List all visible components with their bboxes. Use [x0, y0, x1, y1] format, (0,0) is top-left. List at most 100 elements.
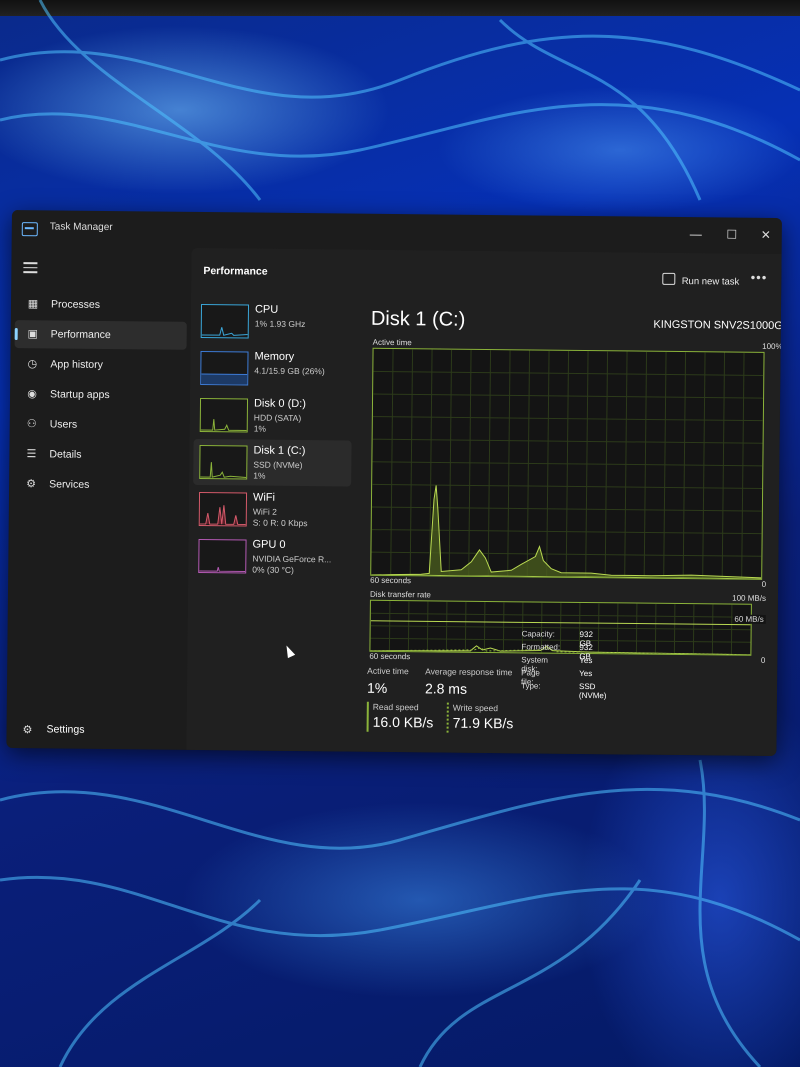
- active-time-graph: [370, 347, 765, 580]
- nav-item-users[interactable]: ⚇ Users: [14, 410, 186, 440]
- device-stat: 4.1/15.9 GB (26%): [254, 365, 325, 377]
- active-time-stat-label: Active time: [367, 665, 409, 677]
- property-value: Yes: [579, 655, 593, 666]
- cpu-thumbnail-graph: [200, 303, 250, 339]
- transfer-rate-x-label: 60 seconds: [369, 651, 411, 662]
- gpu-thumbnail-graph: [198, 538, 247, 574]
- disk1-thumbnail-graph: [199, 444, 248, 480]
- property-key: Formatted:: [521, 642, 561, 652]
- transfer-rate-graph-label: Disk transfer rate: [369, 589, 431, 600]
- details-icon: ☰: [26, 448, 37, 461]
- write-speed-indicator: [446, 702, 449, 733]
- nav-label: Services: [49, 478, 90, 491]
- avg-response-label: Average response time: [425, 666, 513, 678]
- active-time-max-label: 100%: [762, 341, 782, 352]
- device-list: CPU 1% 1.93 GHz Memory 4.1/15.9 GB (26%)…: [192, 298, 353, 582]
- nav-label: Users: [49, 418, 78, 431]
- nav-item-app-history[interactable]: ◷ App history: [14, 350, 186, 380]
- read-speed-label: Read speed: [372, 701, 419, 713]
- nav-label: Processes: [50, 298, 101, 311]
- property-value: Yes: [579, 668, 593, 679]
- device-stat: 1% 1.93 GHz: [254, 318, 306, 330]
- device-name: GPU 0: [252, 538, 286, 551]
- device-wifi[interactable]: WiFi WiFi 2 S: 0 R: 0 Kbps: [193, 486, 351, 534]
- device-disk-1[interactable]: Disk 1 (C:) SSD (NVMe) 1%: [193, 438, 352, 487]
- task-manager-window: Task Manager — ☐ ✕ ▦ Processes ▣ Perform…: [6, 210, 782, 757]
- nav-item-startup-apps[interactable]: ◉ Startup apps: [14, 380, 186, 410]
- processes-icon: ▦: [27, 298, 39, 311]
- read-speed-value: 16.0 KB/s: [372, 713, 434, 731]
- performance-panel: Performance Run new task ••• CPU 1% 1.93…: [186, 247, 782, 757]
- property-value: SSD (NVMe): [578, 681, 607, 701]
- device-name: WiFi: [252, 491, 276, 504]
- device-gpu-0[interactable]: GPU 0 NVIDIA GeForce R... 0% (30 °C): [192, 533, 350, 581]
- minimize-button[interactable]: —: [684, 224, 708, 244]
- active-indicator: [14, 328, 18, 341]
- run-new-task-label: Run new task: [681, 276, 740, 288]
- settings-label: Settings: [46, 723, 85, 736]
- device-name: Memory: [254, 350, 295, 363]
- active-time-x-label: 60 seconds: [370, 575, 412, 586]
- active-time-chart: [371, 348, 764, 580]
- nav-item-processes[interactable]: ▦ Processes: [15, 290, 187, 320]
- window-title: Task Manager: [49, 221, 113, 234]
- startup-apps-icon: ◉: [27, 388, 37, 401]
- active-time-x-min: 0: [761, 579, 767, 589]
- device-memory[interactable]: Memory 4.1/15.9 GB (26%): [194, 345, 352, 393]
- maximize-button[interactable]: ☐: [720, 224, 744, 244]
- task-manager-icon: [21, 222, 38, 237]
- close-button[interactable]: ✕: [754, 225, 778, 245]
- write-speed-label: Write speed: [452, 702, 499, 714]
- active-time-graph-label: Active time: [372, 337, 412, 348]
- write-speed-value: 71.9 KB/s: [452, 714, 514, 732]
- transfer-rate-max-label: 100 MB/s: [732, 593, 767, 603]
- run-task-icon: [662, 272, 676, 285]
- transfer-rate-chart: [370, 600, 751, 656]
- device-stat: HDD (SATA): [253, 412, 302, 424]
- device-usage: 1%: [253, 423, 267, 434]
- property-key: Capacity:: [521, 629, 555, 639]
- settings-button[interactable]: ⚙ Settings: [10, 716, 182, 744]
- more-options-button[interactable]: •••: [751, 270, 768, 285]
- gear-icon: ⚙: [22, 724, 33, 737]
- device-usage: 0% (30 °C): [252, 564, 294, 575]
- disk0-thumbnail-graph: [199, 397, 249, 433]
- nav-item-details[interactable]: ☰ Details: [13, 440, 185, 470]
- device-disk-0[interactable]: Disk 0 (D:) HDD (SATA) 1%: [194, 392, 352, 440]
- run-new-task-button[interactable]: Run new task: [662, 272, 740, 288]
- nav-item-performance[interactable]: ▣ Performance: [14, 320, 187, 350]
- device-name: CPU: [254, 303, 279, 316]
- device-stat: NVIDIA GeForce R...: [252, 553, 332, 565]
- users-icon: ⚇: [26, 418, 37, 431]
- nav-label: Performance: [50, 328, 111, 342]
- nav-label: App history: [50, 358, 103, 371]
- device-usage: 1%: [253, 470, 266, 481]
- read-speed-indicator: [366, 701, 369, 732]
- property-key: Type:: [520, 681, 541, 691]
- device-name: Disk 0 (D:): [253, 397, 306, 411]
- services-icon: ⚙: [26, 478, 37, 491]
- app-history-icon: ◷: [27, 358, 38, 371]
- page-title: Performance: [203, 265, 268, 278]
- nav-label: Details: [49, 448, 82, 461]
- device-stat: SSD (NVMe): [253, 459, 303, 471]
- active-time-stat-value: 1%: [366, 679, 388, 696]
- nav-item-services[interactable]: ⚙ Services: [13, 470, 185, 500]
- performance-icon: ▣: [27, 328, 38, 341]
- device-name: Disk 1 (C:): [253, 444, 306, 458]
- nav-label: Startup apps: [50, 388, 110, 402]
- device-usage: S: 0 R: 0 Kbps: [252, 517, 308, 529]
- device-stat: WiFi 2: [252, 506, 278, 517]
- sidebar-nav: ▦ Processes ▣ Performance ◷ App history …: [6, 246, 191, 750]
- device-cpu[interactable]: CPU 1% 1.93 GHz: [195, 298, 353, 346]
- wifi-thumbnail-graph: [198, 491, 248, 527]
- hamburger-menu-icon[interactable]: [23, 262, 38, 273]
- disk-model: KINGSTON SNV2S1000G: [653, 318, 782, 333]
- transfer-rate-graph: [369, 599, 752, 656]
- disk-title: Disk 1 (C:): [370, 307, 466, 331]
- disk-detail: Disk 1 (C:) KINGSTON SNV2S1000G Active t…: [366, 300, 782, 744]
- avg-response-value: 2.8 ms: [424, 680, 468, 697]
- transfer-rate-60-label: 60 MB/s: [732, 614, 766, 624]
- memory-thumbnail-graph: [200, 350, 249, 386]
- transfer-rate-x-min: 0: [760, 655, 766, 665]
